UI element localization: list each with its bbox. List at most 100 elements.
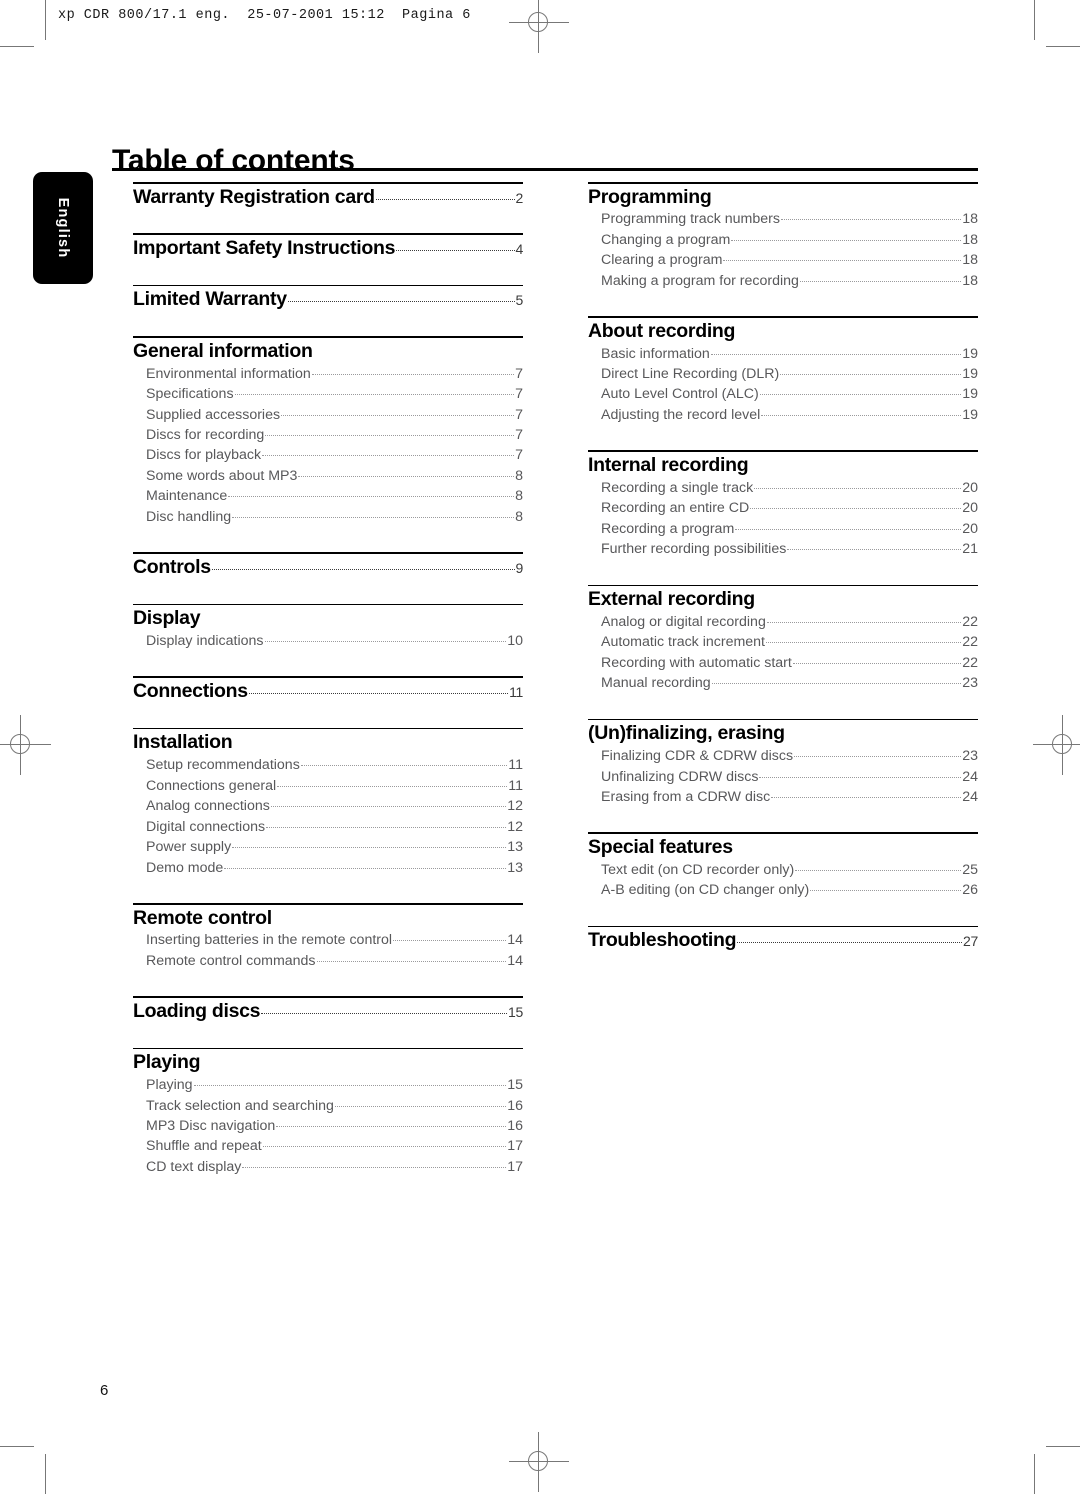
toc-entry[interactable]: Setup recommendations 11 <box>146 755 523 775</box>
toc-entry[interactable]: Discs for recording 7 <box>146 425 523 445</box>
toc-entry-page-number: 17 <box>507 1138 523 1155</box>
toc-entry[interactable]: Analog or digital recording 22 <box>601 612 978 632</box>
toc-entry[interactable]: Finalizing CDR & CDRW discs 23 <box>601 746 978 766</box>
toc-entry[interactable]: Analog connections 12 <box>146 796 523 816</box>
toc-entry-page-number: 23 <box>962 748 978 765</box>
toc-entry[interactable]: Demo mode 13 <box>146 858 523 878</box>
toc-entry[interactable]: Auto Level Control (ALC) 19 <box>601 384 978 404</box>
toc-entry[interactable]: A-B editing (on CD changer only) 26 <box>601 880 978 900</box>
toc-entry-list: Setup recommendations 11 Connections gener… <box>133 755 523 878</box>
toc-entry[interactable]: Specifications 7 <box>146 384 523 404</box>
toc-leader-dots <box>232 847 507 849</box>
toc-entry[interactable]: Automatic track increment 22 <box>601 632 978 652</box>
toc-section-gap <box>133 1177 523 1202</box>
toc-section-heading[interactable]: Playing <box>133 1049 523 1074</box>
toc-entry[interactable]: Making a program for recording 18 <box>601 271 978 291</box>
toc-leader-dots <box>761 414 962 416</box>
toc-entry[interactable]: Track selection and searching 16 <box>146 1096 523 1116</box>
toc-entry[interactable]: Shuffle and repeat 17 <box>146 1136 523 1156</box>
toc-entry[interactable]: Remote control commands 14 <box>146 951 523 971</box>
toc-entry[interactable]: Changing a program 18 <box>601 230 978 250</box>
toc-entry-page-number: 19 <box>962 386 978 403</box>
toc-entry[interactable]: Some words about MP3 8 <box>146 466 523 486</box>
toc-section-heading[interactable]: Special features <box>588 834 978 859</box>
toc-entry-label: Setup recommendations <box>146 757 300 774</box>
toc-section-heading[interactable]: Warranty Registration card 2 <box>133 184 523 209</box>
toc-section-heading[interactable]: (Un)finalizing, erasing <box>588 720 978 745</box>
toc-leader-dots <box>232 516 515 518</box>
toc-entry[interactable]: Digital connections 12 <box>146 817 523 837</box>
toc-entry[interactable]: Power supply 13 <box>146 837 523 857</box>
toc-entry[interactable]: Disc handling 8 <box>146 507 523 527</box>
toc-entry[interactable]: Adjusting the record level 19 <box>601 405 978 425</box>
toc-section-heading[interactable]: External recording <box>588 586 978 611</box>
toc-entry[interactable]: Maintenance 8 <box>146 486 523 506</box>
toc-leader-dots <box>794 756 962 758</box>
toc-leader-dots <box>242 1166 507 1168</box>
toc-entry[interactable]: Discs for playback 7 <box>146 445 523 465</box>
toc-entry[interactable]: Recording an entire CD 20 <box>601 498 978 518</box>
toc-entry[interactable]: Display indications 10 <box>146 631 523 651</box>
toc-entry-label: Disc handling <box>146 508 232 525</box>
toc-entry[interactable]: Recording a single track 20 <box>601 478 978 498</box>
toc-entry-page-number: 19 <box>962 406 978 423</box>
toc-entry-label: Manual recording <box>601 675 711 692</box>
toc-entry[interactable]: Inserting batteries in the remote contro… <box>146 930 523 950</box>
toc-entry[interactable]: CD text display 17 <box>146 1157 523 1177</box>
registration-mark-left <box>0 715 51 775</box>
language-tab-label: English <box>55 197 71 259</box>
toc-entry[interactable]: Connections general 11 <box>146 776 523 796</box>
toc-section-heading[interactable]: General information <box>133 338 523 363</box>
toc-entry-label: Basic information <box>601 345 710 362</box>
toc-section-heading[interactable]: About recording <box>588 318 978 343</box>
toc-entry[interactable]: Playing 15 <box>146 1075 523 1095</box>
toc-leader-dots <box>810 890 962 892</box>
toc-leader-dots <box>780 219 962 221</box>
toc-leader-dots <box>735 528 962 530</box>
toc-column-right: Programming Programming track numbers 18 Ch… <box>588 182 978 977</box>
toc-section-heading[interactable]: Installation <box>133 729 523 754</box>
registration-mark-circle <box>1052 734 1072 754</box>
crop-mark-bottom-left-horizontal <box>0 1446 34 1447</box>
toc-leader-dots <box>261 1012 508 1014</box>
toc-section-heading[interactable]: Important Safety Instructions 4 <box>133 235 523 260</box>
toc-entry[interactable]: Recording with automatic start 22 <box>601 653 978 673</box>
toc-entry[interactable]: Recording a program 20 <box>601 519 978 539</box>
toc-section-heading[interactable]: Display <box>133 605 523 630</box>
page-title-rule <box>112 168 978 171</box>
toc-section-page-number: 9 <box>515 559 524 576</box>
toc-entry[interactable]: MP3 Disc navigation 16 <box>146 1116 523 1136</box>
toc-entry-page-number: 19 <box>962 345 978 362</box>
toc-section-heading[interactable]: Loading discs 15 <box>133 998 523 1023</box>
toc-section-heading[interactable]: Internal recording <box>588 452 978 477</box>
toc-section: Important Safety Instructions 4 <box>133 233 523 259</box>
toc-entry[interactable]: Further recording possibilities 21 <box>601 539 978 559</box>
toc-entry[interactable]: Programming track numbers 18 <box>601 209 978 229</box>
toc-entry[interactable]: Supplied accessories 7 <box>146 405 523 425</box>
toc-section-heading[interactable]: Remote control <box>133 905 523 930</box>
toc-entry[interactable]: Basic information 19 <box>601 344 978 364</box>
toc-section-heading[interactable]: Connections 11 <box>133 678 523 703</box>
toc-entry[interactable]: Unfinalizing CDRW discs 24 <box>601 767 978 787</box>
toc-leader-dots <box>396 250 515 252</box>
toc-entry-page-number: 13 <box>507 839 523 856</box>
toc-section: Installation Setup recommendations 11 Conne… <box>133 727 523 878</box>
toc-entry-page-number: 11 <box>508 757 523 774</box>
toc-section-heading[interactable]: Limited Warranty 5 <box>133 286 523 311</box>
toc-entry-list: Text edit (on CD recorder only) 25 A-B ed… <box>588 860 978 901</box>
toc-leader-dots <box>799 280 962 282</box>
toc-entry-page-number: 25 <box>962 861 978 878</box>
toc-section-heading[interactable]: Controls 9 <box>133 554 523 579</box>
toc-entry[interactable]: Clearing a program 18 <box>601 250 978 270</box>
toc-entry[interactable]: Direct Line Recording (DLR) 19 <box>601 364 978 384</box>
toc-entry[interactable]: Environmental information 7 <box>146 364 523 384</box>
toc-entry-page-number: 8 <box>515 467 523 484</box>
toc-entry[interactable]: Manual recording 23 <box>601 673 978 693</box>
toc-entry-label: Direct Line Recording (DLR) <box>601 366 780 383</box>
toc-entry-label: Maintenance <box>146 488 228 505</box>
toc-section-heading[interactable]: Troubleshooting 27 <box>588 927 978 952</box>
toc-entry[interactable]: Text edit (on CD recorder only) 25 <box>601 860 978 880</box>
toc-leader-dots <box>193 1085 507 1087</box>
toc-entry[interactable]: Erasing from a CDRW disc 24 <box>601 787 978 807</box>
toc-section-heading[interactable]: Programming <box>588 184 978 209</box>
